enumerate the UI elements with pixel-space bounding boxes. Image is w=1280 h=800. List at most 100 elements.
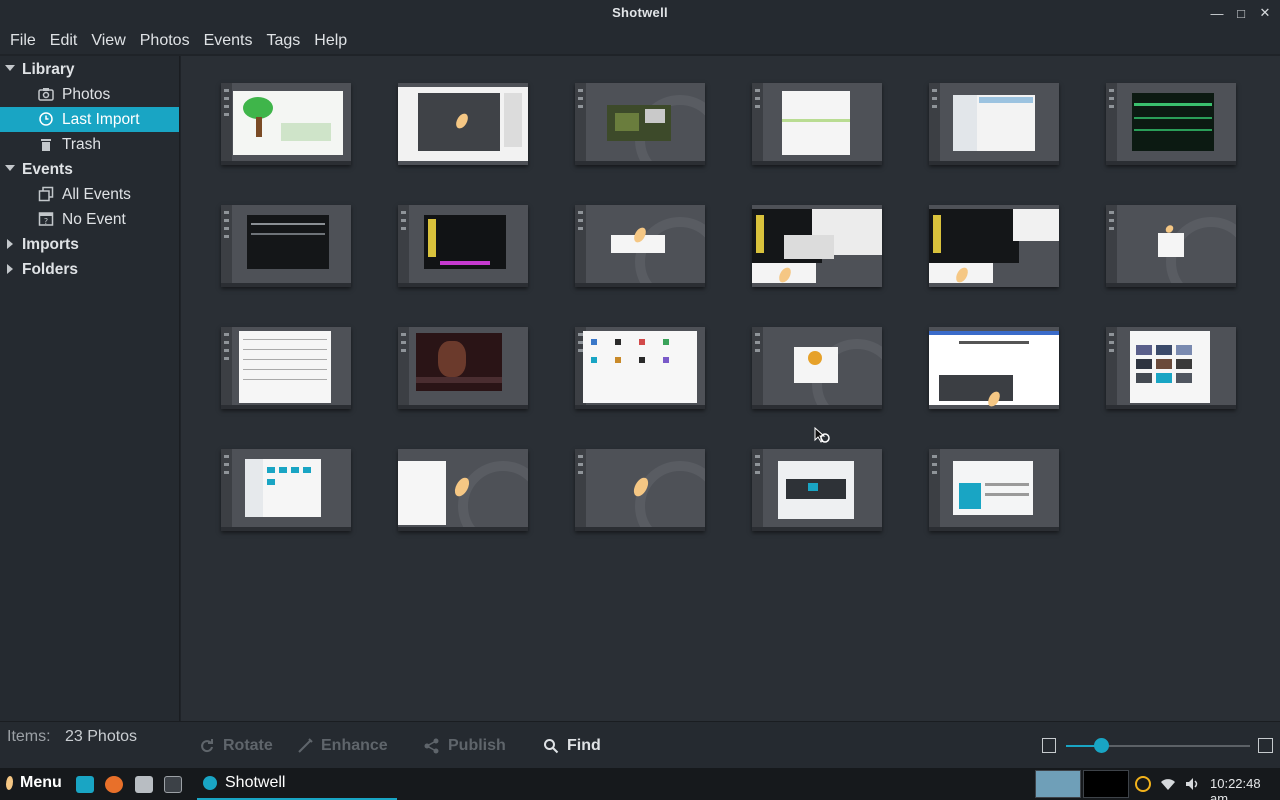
zoom-in-icon[interactable] <box>1258 738 1273 753</box>
sidebar-item-all-events[interactable]: All Events <box>0 182 179 207</box>
photo-thumbnail[interactable] <box>929 449 1059 531</box>
start-menu-button[interactable]: Menu <box>6 774 62 792</box>
mouse-cursor-icon <box>814 427 830 443</box>
items-count: 23 Photos <box>65 728 138 745</box>
shotwell-app-icon <box>203 776 217 790</box>
search-icon <box>544 739 559 754</box>
photo-thumbnail[interactable] <box>1106 327 1236 409</box>
svg-text:?: ? <box>44 217 48 226</box>
photo-thumbnail[interactable] <box>398 449 528 531</box>
menu-photos[interactable]: Photos <box>133 32 197 50</box>
sidebar-header-label: Folders <box>22 260 78 278</box>
sidebar-header-label: Library <box>22 60 75 78</box>
leaf-logo-icon <box>6 776 13 790</box>
camera-icon <box>38 88 54 101</box>
sidebar-item-label: Last Import <box>62 110 140 128</box>
photo-thumbnail[interactable] <box>575 83 705 165</box>
sidebar: Library Photos Last Import Trash Events … <box>0 56 180 721</box>
title-bar: Shotwell — □ ✕ <box>0 0 1280 27</box>
photo-thumbnail[interactable] <box>575 327 705 409</box>
photo-thumbnail[interactable] <box>752 205 882 287</box>
photo-thumbnail[interactable] <box>929 83 1059 165</box>
sidebar-item-last-import[interactable]: Last Import <box>0 107 179 132</box>
menu-edit[interactable]: Edit <box>43 32 85 50</box>
photo-thumbnail[interactable] <box>752 449 882 531</box>
sidebar-header-label: Events <box>22 160 73 178</box>
rotate-button[interactable]: Rotate <box>199 737 273 755</box>
taskbar-item-shotwell[interactable]: Shotwell <box>197 768 397 800</box>
update-icon[interactable] <box>1135 776 1151 792</box>
zoom-slider-handle[interactable] <box>1094 738 1109 753</box>
desktop-launcher-icon[interactable] <box>76 776 94 793</box>
events-icon <box>38 186 54 202</box>
sidebar-header-folders[interactable]: Folders <box>0 257 179 282</box>
menu-help[interactable]: Help <box>307 32 354 50</box>
photo-thumbnail[interactable] <box>1106 83 1236 165</box>
sidebar-item-trash[interactable]: Trash <box>0 132 179 157</box>
menu-view[interactable]: View <box>84 32 132 50</box>
expander-down-icon[interactable] <box>5 165 15 171</box>
minimize-button[interactable]: — <box>1208 4 1226 22</box>
menu-bar: File Edit View Photos Events Tags Help <box>0 27 1280 54</box>
start-menu-label: Menu <box>20 774 62 791</box>
photo-thumbnail[interactable] <box>575 205 705 287</box>
photo-thumbnail[interactable] <box>221 449 351 531</box>
photo-thumbnail[interactable] <box>221 327 351 409</box>
files-launcher-icon[interactable] <box>135 776 153 793</box>
maximize-icon: □ <box>1237 5 1245 21</box>
find-button[interactable]: Find <box>543 737 601 755</box>
enhance-icon <box>298 738 313 753</box>
firefox-launcher-icon[interactable] <box>105 776 123 793</box>
expander-down-icon[interactable] <box>5 65 15 71</box>
photo-thumbnail[interactable] <box>929 205 1059 287</box>
zoom-out-icon[interactable] <box>1042 738 1056 753</box>
publish-label: Publish <box>448 737 506 754</box>
zoom-slider[interactable] <box>1066 738 1250 753</box>
window-title: Shotwell <box>612 5 668 20</box>
photo-thumbnail[interactable] <box>398 327 528 409</box>
rotate-icon <box>201 739 213 753</box>
no-event-icon: ? <box>38 212 54 226</box>
menu-events[interactable]: Events <box>197 32 260 50</box>
trash-icon <box>41 139 51 151</box>
photo-thumbnail[interactable] <box>752 327 882 409</box>
rotate-label: Rotate <box>223 737 273 754</box>
find-label: Find <box>567 737 601 754</box>
maximize-button[interactable]: □ <box>1232 4 1250 22</box>
photo-thumbnail[interactable] <box>752 83 882 165</box>
photo-thumbnail[interactable] <box>929 327 1059 409</box>
sidebar-header-events[interactable]: Events <box>0 157 179 182</box>
enhance-label: Enhance <box>321 737 388 754</box>
expander-right-icon[interactable] <box>7 239 13 249</box>
photo-thumbnail[interactable] <box>398 83 528 165</box>
publish-button[interactable]: Publish <box>424 737 506 755</box>
workspace-2[interactable] <box>1083 770 1129 798</box>
wifi-icon[interactable] <box>1160 776 1176 792</box>
taskbar-item-label: Shotwell <box>225 774 286 791</box>
sidebar-header-library[interactable]: Library <box>0 57 179 82</box>
sidebar-item-photos[interactable]: Photos <box>0 82 179 107</box>
terminal-launcher-icon[interactable] <box>164 776 182 793</box>
sidebar-item-label: Photos <box>62 85 111 103</box>
sidebar-item-label: All Events <box>62 185 131 203</box>
sidebar-header-imports[interactable]: Imports <box>0 232 179 257</box>
enhance-button[interactable]: Enhance <box>297 737 388 755</box>
photo-grid <box>181 56 1280 721</box>
sidebar-item-no-event[interactable]: ? No Event <box>0 207 179 232</box>
close-button[interactable]: ✕ <box>1256 4 1274 22</box>
menu-tags[interactable]: Tags <box>259 32 307 50</box>
clock[interactable]: 10:22:48 am <box>1210 776 1280 800</box>
expander-right-icon[interactable] <box>7 264 13 274</box>
taskbar: Menu Shotwell 10:22:48 am <box>0 768 1280 800</box>
photo-thumbnail[interactable] <box>575 449 705 531</box>
status-bar: Items: 23 Photos Rotate Enhance Publish … <box>0 721 1280 768</box>
menu-file[interactable]: File <box>3 32 43 50</box>
volume-icon[interactable] <box>1185 776 1201 792</box>
workspace-1[interactable] <box>1035 770 1081 798</box>
clock-icon <box>39 112 53 126</box>
photo-thumbnail[interactable] <box>398 205 528 287</box>
photo-thumbnail[interactable] <box>221 83 351 165</box>
photo-thumbnail[interactable] <box>221 205 351 287</box>
close-icon: ✕ <box>1259 5 1271 20</box>
photo-thumbnail[interactable] <box>1106 205 1236 287</box>
